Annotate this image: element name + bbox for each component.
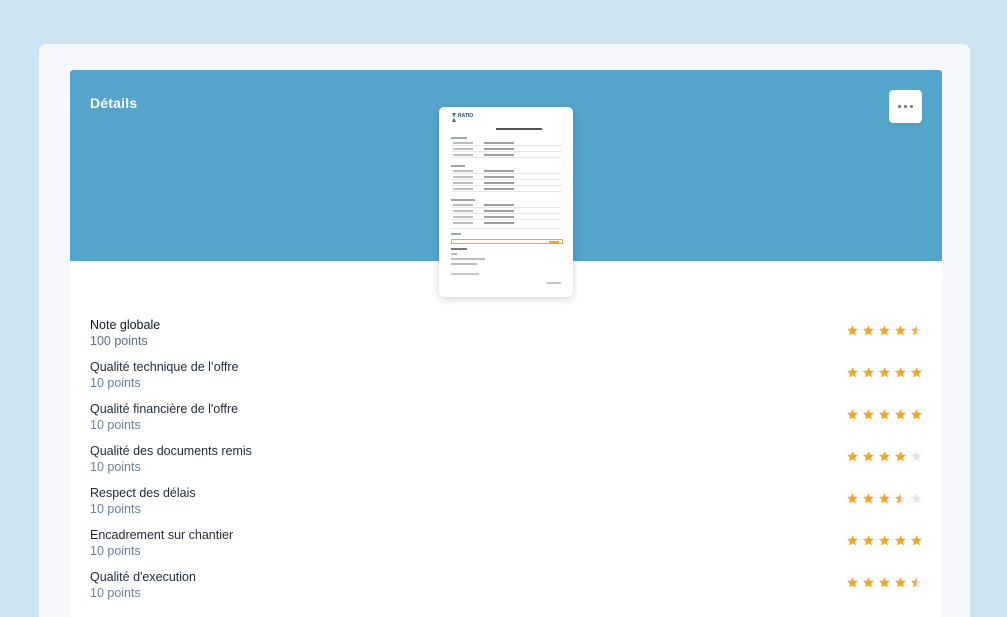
star-rating [846, 366, 923, 379]
star-filled-icon [847, 451, 858, 462]
ellipsis-icon [898, 105, 901, 108]
star-filled-icon [879, 451, 890, 462]
star-filled-icon [847, 577, 858, 588]
star-empty-icon [911, 493, 922, 504]
doc-row [451, 153, 561, 158]
star-filled-icon [895, 409, 906, 420]
rating-row: Respect des délais 10 points [90, 486, 923, 526]
star-filled-icon [847, 493, 858, 504]
rating-row: Qualité des documents remis 10 points [90, 444, 923, 484]
doc-text-line [451, 273, 479, 275]
doc-text-line [451, 263, 477, 265]
star-rating [846, 576, 923, 589]
doc-section-line [451, 233, 461, 235]
doc-page-number-line [547, 282, 561, 284]
rating-points: 10 points [90, 586, 141, 600]
doc-text-line [451, 253, 457, 255]
star-half-icon [911, 325, 922, 336]
rating-label: Encadrement sur chantier [90, 528, 234, 542]
doc-row [451, 221, 561, 229]
star-filled-icon [863, 493, 874, 504]
star-filled-icon [895, 451, 906, 462]
star-filled-icon [847, 535, 858, 546]
company-logo-text: RATIO [458, 113, 474, 119]
star-filled-icon [911, 409, 922, 420]
star-filled-icon [895, 367, 906, 378]
rating-label: Note globale [90, 318, 161, 332]
star-filled-icon [863, 367, 874, 378]
star-empty-icon [911, 451, 922, 462]
rating-label: Qualité d'execution [90, 570, 196, 584]
star-filled-icon [847, 367, 858, 378]
star-filled-icon [879, 325, 890, 336]
document-thumbnail[interactable]: RATIO [439, 107, 573, 297]
star-filled-icon [879, 367, 890, 378]
star-filled-icon [879, 409, 890, 420]
star-filled-icon [863, 535, 874, 546]
star-filled-icon [863, 451, 874, 462]
more-options-button[interactable] [889, 90, 922, 123]
doc-section-line [451, 137, 467, 139]
rating-label: Qualité des documents remis [90, 444, 252, 458]
rating-points: 10 points [90, 376, 141, 390]
doc-row [451, 215, 561, 220]
star-filled-icon [879, 493, 890, 504]
rating-points: 10 points [90, 502, 141, 516]
star-filled-icon [863, 577, 874, 588]
rating-points: 10 points [90, 544, 141, 558]
doc-row [451, 141, 561, 146]
doc-text-line [451, 258, 485, 260]
star-filled-icon [863, 325, 874, 336]
star-rating [846, 324, 923, 337]
rating-label: Qualité financière de l'offre [90, 402, 239, 416]
doc-section-line [451, 165, 465, 167]
ellipsis-dot [904, 105, 907, 108]
doc-highlight-row [451, 239, 563, 244]
star-filled-icon [863, 409, 874, 420]
rating-row: Qualité d'execution 10 points [90, 570, 923, 610]
document-title-line [479, 128, 559, 130]
rating-points: 10 points [90, 418, 141, 432]
star-filled-icon [879, 535, 890, 546]
page-title: Détails [90, 95, 138, 111]
rating-row: Qualité financière de l'offre 10 points [90, 402, 923, 442]
star-rating [846, 534, 923, 547]
rating-label: Respect des délais [90, 486, 196, 500]
doc-text-line [451, 248, 467, 250]
doc-row [451, 203, 561, 208]
doc-row [451, 175, 561, 180]
rating-row: Encadrement sur chantier 10 points [90, 528, 923, 568]
doc-row [451, 181, 561, 186]
star-half-icon [911, 577, 922, 588]
rating-points: 10 points [90, 460, 141, 474]
star-rating [846, 408, 923, 421]
rating-row: Qualité technique de l’offre 10 points [90, 360, 923, 400]
star-half-icon [895, 493, 906, 504]
rating-points: 100 points [90, 334, 148, 348]
star-filled-icon [847, 409, 858, 420]
star-filled-icon [911, 367, 922, 378]
ellipsis-dot [910, 105, 913, 108]
rating-row-overall: Note globale 100 points [90, 318, 923, 358]
doc-row [451, 147, 561, 152]
star-filled-icon [895, 325, 906, 336]
star-filled-icon [895, 577, 906, 588]
star-rating [846, 492, 923, 505]
star-rating [846, 450, 923, 463]
star-filled-icon [879, 577, 890, 588]
doc-row [451, 187, 561, 192]
star-filled-icon [847, 325, 858, 336]
rating-label: Qualité technique de l’offre [90, 360, 239, 374]
doc-section-line [451, 199, 475, 201]
doc-row [451, 209, 561, 214]
star-filled-icon [911, 535, 922, 546]
doc-row [451, 169, 561, 174]
star-filled-icon [895, 535, 906, 546]
